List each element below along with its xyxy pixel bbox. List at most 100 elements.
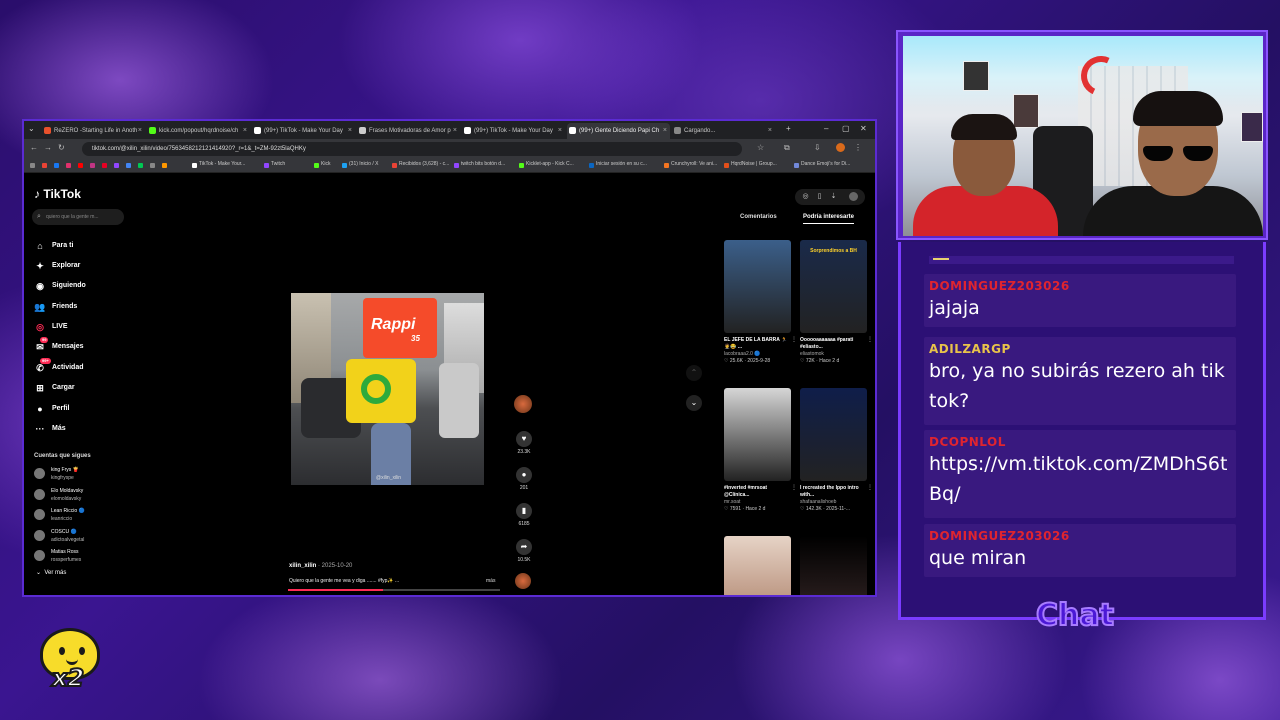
- video-player[interactable]: Rappi 35 @xilin_xilin: [291, 293, 484, 485]
- bookmark-item[interactable]: twitch bits botón d...: [454, 161, 505, 168]
- nav-item[interactable]: ··· Más: [34, 422, 66, 436]
- browser-tab[interactable]: (99+) Gente Diciendo Papi Ch ×: [567, 123, 670, 139]
- star-icon[interactable]: ☆: [757, 143, 764, 152]
- followed-account[interactable]: Matias Ross rossperfumes: [34, 548, 81, 568]
- recommended-card[interactable]: #inverted #mrsoat @Clínica... mr.soat ♡ 75…: [724, 388, 797, 513]
- recommended-card[interactable]: Sorprendimos a BH Oooooaaaaaaa #parati #e…: [800, 240, 873, 365]
- bookmark-item[interactable]: Recibidos (3,628) - c...: [392, 161, 449, 168]
- tab-label: Frases Motivadoras de Amor p: [369, 128, 451, 134]
- url-field[interactable]: tiktok.com/@xilin_xilin/video/7563458212…: [82, 142, 742, 156]
- comment-action[interactable]: ● 201: [513, 467, 535, 491]
- bookmark-favicon-icon: [664, 163, 669, 168]
- nav-item[interactable]: ✦ Explorar: [34, 259, 80, 273]
- card-author: mr.soat: [724, 499, 741, 505]
- device-icon[interactable]: ▯: [815, 192, 824, 201]
- more-options-icon[interactable]: ⋮: [867, 336, 873, 343]
- tab-podria-interesarte[interactable]: Podría interesarte: [803, 214, 855, 224]
- bookmark-item[interactable]: Dance Emoji's for Di...: [794, 161, 850, 168]
- bookmark-item[interactable]: HqrdNoise | Group...: [724, 161, 777, 168]
- video-progress-bar[interactable]: [288, 589, 500, 591]
- extensions-icon[interactable]: ⧉: [784, 143, 790, 153]
- tiktok-page: ♪ TikTok ⌕ quiero que la gente m... ⌂ Par…: [24, 173, 875, 595]
- bookmark-item[interactable]: Kick: [314, 161, 330, 168]
- nav-item[interactable]: ◉ Siguiendo: [34, 279, 86, 293]
- bag-text: Rappi: [371, 316, 416, 333]
- followed-account[interactable]: COSCU 🔵 adictoalvegetal: [34, 528, 84, 548]
- download-icon[interactable]: ⇩: [814, 143, 821, 152]
- more-options-icon[interactable]: ⋮: [791, 336, 797, 343]
- caption-more-link[interactable]: más: [486, 578, 495, 584]
- next-video-button[interactable]: ⌄: [686, 395, 702, 411]
- creator-avatar[interactable]: [514, 395, 532, 413]
- bookmark-item[interactable]: TikTok - Make Your...: [192, 161, 246, 168]
- recommended-card[interactable]: [800, 536, 867, 595]
- bookmark-item[interactable]: Kicklet-app - Kick C...: [519, 161, 574, 168]
- nav-item[interactable]: 👥 Friends: [34, 300, 77, 314]
- close-tab-icon[interactable]: ×: [663, 123, 667, 139]
- discover-icon[interactable]: ◎: [801, 192, 810, 201]
- chat-message: DOMINGUEZ203026 jajaja: [924, 274, 1236, 327]
- tab-favicon-icon: [149, 127, 156, 134]
- nav-icon: ◎: [36, 322, 44, 332]
- recommended-card[interactable]: I recreated the Ippo intro with... shafaa…: [800, 388, 873, 513]
- close-tab-icon[interactable]: ×: [558, 123, 562, 139]
- recommended-card[interactable]: [724, 536, 791, 595]
- recommended-card[interactable]: EL JEFE DE LA BARRA 🏃🤵😂 ... lacobraaa2.0 …: [724, 240, 797, 365]
- card-thumbnail: [800, 536, 867, 595]
- close-tab-icon[interactable]: ×: [768, 123, 772, 139]
- nav-item[interactable]: ⌂ Para ti: [34, 239, 73, 253]
- new-tab-button[interactable]: +: [786, 124, 791, 133]
- browser-tab[interactable]: Frases Motivadoras de Amor p ×: [357, 123, 460, 139]
- search-input[interactable]: ⌕ quiero que la gente m...: [32, 209, 124, 225]
- bookmark-item[interactable]: Twitch: [264, 161, 285, 168]
- see-more-link[interactable]: ⌄ Ver más: [36, 569, 66, 576]
- previous-video-button[interactable]: ⌃: [686, 365, 702, 381]
- close-tab-icon[interactable]: ×: [243, 123, 247, 139]
- share-action[interactable]: ➦ 10.5K: [513, 539, 535, 563]
- more-options-icon[interactable]: ⋮: [867, 484, 873, 491]
- sound-disc-icon[interactable]: [515, 573, 531, 589]
- reload-icon[interactable]: ↻: [58, 143, 65, 152]
- followed-account[interactable]: king Frys 🍟 kingfryspe: [34, 466, 79, 486]
- nav-item[interactable]: ● Perfil: [34, 402, 69, 416]
- tab-favicon-icon: [359, 127, 366, 134]
- tiktok-logo[interactable]: ♪ TikTok: [34, 187, 81, 201]
- close-tab-icon[interactable]: ×: [348, 123, 352, 139]
- profile-avatar[interactable]: [836, 143, 845, 152]
- bookmark-item[interactable]: Crunchyroll: Ve ani...: [664, 161, 717, 168]
- download-icon[interactable]: ⇣: [829, 192, 838, 201]
- browser-tab[interactable]: kick.com/popout/hqrdnoise/ch ×: [147, 123, 250, 139]
- card-thumbnail: [724, 240, 791, 333]
- maximize-button[interactable]: ▢: [842, 124, 850, 133]
- back-icon[interactable]: ←: [30, 143, 38, 152]
- bookmark-item[interactable]: (31) Inicio / X: [342, 161, 378, 168]
- close-tab-icon[interactable]: ×: [453, 123, 457, 139]
- browser-tab[interactable]: (99+) TikTok - Make Your Day ×: [462, 123, 565, 139]
- like-action[interactable]: ♥ 23.3K: [513, 431, 535, 455]
- close-window-button[interactable]: ✕: [860, 124, 867, 133]
- browser-tab[interactable]: ReZERO -Starting Life in Anoth ×: [42, 123, 145, 139]
- followed-account[interactable]: Elo Moldavsky elomoldavsky: [34, 487, 83, 507]
- wall-poster: [1241, 112, 1263, 142]
- nav-item[interactable]: ✆ 99+ Actividad: [34, 358, 84, 375]
- save-action[interactable]: ▮ 6185: [513, 503, 535, 527]
- nav-item[interactable]: ✉ 99 Mensajes: [34, 337, 84, 354]
- nav-item[interactable]: ⊞ Cargar: [34, 381, 74, 395]
- forward-icon[interactable]: →: [44, 143, 52, 152]
- followed-account[interactable]: Lean Riccio 🔵 leanriccio: [34, 507, 85, 527]
- more-options-icon[interactable]: ⋮: [791, 484, 797, 491]
- video-author[interactable]: xilin_xilin · 2025-10-20: [289, 563, 352, 569]
- tab-search-icon[interactable]: ⌄: [28, 124, 35, 133]
- tab-comentarios[interactable]: Comentarios: [740, 214, 777, 220]
- browser-tab[interactable]: (99+) TikTok - Make Your Day ×: [252, 123, 355, 139]
- close-tab-icon[interactable]: ×: [138, 123, 142, 139]
- nav-item[interactable]: ◎ LIVE: [34, 320, 68, 334]
- menu-icon[interactable]: ⋮: [854, 143, 862, 152]
- browser-tab[interactable]: Cargando... ×: [672, 123, 775, 139]
- minimize-button[interactable]: –: [824, 124, 828, 133]
- chat-username: ADILZARGP: [929, 342, 1011, 356]
- bookmark-label: TikTok - Make Your...: [199, 161, 246, 167]
- nav-icon: ◉: [36, 281, 44, 291]
- user-avatar[interactable]: [849, 192, 858, 201]
- bookmark-item[interactable]: Iniciar sesión en su c...: [589, 161, 647, 168]
